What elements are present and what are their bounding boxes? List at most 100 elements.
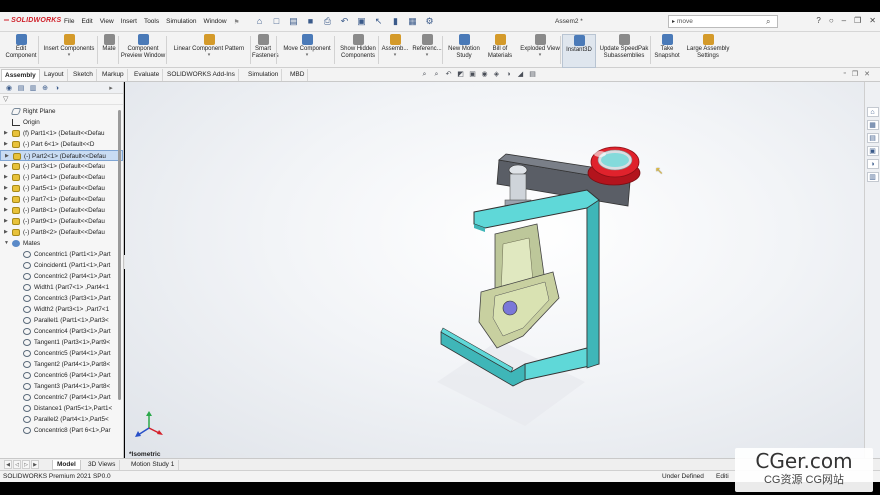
viewport-restore-icon[interactable]: ❐ [852, 70, 858, 78]
tree-item-mate[interactable]: Concentric1 (Part1<1>,Part [0, 249, 123, 260]
tree-item[interactable]: ▶ (-) Part2<1> (Default<<Defau [0, 150, 123, 161]
tree-item[interactable]: ▶ (-) Part7<1> (Default<<Defau [0, 194, 123, 205]
collapse-arrow-icon[interactable]: ▼ [4, 238, 9, 249]
apply-scene-icon[interactable]: ◢ [516, 70, 525, 79]
expand-arrow-icon[interactable]: ▶ [4, 139, 8, 150]
design-library-icon[interactable]: ▦ [866, 120, 879, 130]
ribbon-update-speedpak-subassemblies-button[interactable]: Update SpeedPak Subassemblies [598, 34, 650, 68]
next-tab-icon[interactable]: ▷ [22, 460, 30, 469]
view-orientation-icon[interactable]: ▣ [468, 70, 477, 79]
expand-arrow-icon[interactable]: ▶ [4, 216, 8, 227]
ribbon-edit-component-button[interactable]: Edit Component [2, 34, 40, 68]
tree-item-mate[interactable]: Concentric4 (Part3<1>,Part [0, 326, 123, 337]
prev-tab-icon[interactable]: ◁ [13, 460, 21, 469]
tab-sketch[interactable]: Sketch [70, 69, 97, 81]
file-properties-icon[interactable]: ▦ [406, 15, 419, 28]
open-folder-icon[interactable]: ▤ [287, 15, 300, 28]
bottom-tab-3d-views[interactable]: 3D Views [84, 460, 121, 470]
tab-assembly[interactable]: Assembly [1, 69, 40, 81]
menu-tools[interactable]: Tools [144, 18, 159, 26]
tree-item-mate[interactable]: Parallel2 (Part4<1>,Part5< [0, 414, 123, 425]
tree-item-mate[interactable]: Distance1 (Part5<1>,Part1< [0, 403, 123, 414]
expand-arrow-icon[interactable]: ▶ [4, 205, 8, 216]
save-icon[interactable]: ■ [304, 15, 317, 28]
tree-item-mate[interactable]: Concentric8 (Part 6<1>,Par [0, 425, 123, 436]
edit-appearance-icon[interactable]: ◑ [504, 70, 513, 79]
more-tabs-icon[interactable]: ▸ [106, 84, 116, 93]
bottom-tab-motion-study-1[interactable]: Motion Study 1 [127, 460, 180, 470]
first-tab-icon[interactable]: ◀ [4, 460, 12, 469]
help-icon[interactable]: ? [816, 16, 820, 25]
minimize-icon[interactable]: – [842, 16, 846, 25]
tab-mbd[interactable]: MBD [287, 69, 309, 81]
tree-item[interactable]: ▶ (-) Part8<2> (Default<<Defau [0, 227, 123, 238]
ribbon-instant3d-button[interactable]: Instant3D [562, 34, 596, 68]
view-palette-icon[interactable]: ▣ [866, 146, 879, 156]
tree-item[interactable]: Right Plane [0, 106, 123, 117]
tree-item[interactable]: ▶ (f) Part1<1> (Default<<Defau [0, 128, 123, 139]
ribbon-referenc-button[interactable]: Referenc... ▾ [411, 34, 443, 68]
dimxpert-manager-tab-icon[interactable]: ⊕ [40, 84, 50, 93]
expand-arrow-icon[interactable]: ▶ [4, 183, 8, 194]
tree-item-mate[interactable]: Concentric5 (Part4<1>,Part [0, 348, 123, 359]
appearances-icon[interactable]: ◑ [866, 159, 879, 169]
menu-insert[interactable]: Insert [121, 18, 137, 26]
hide-show-items-icon[interactable]: ◈ [492, 70, 501, 79]
ribbon-new-motion-study-button[interactable]: New Motion Study [444, 34, 484, 68]
graphics-viewport[interactable]: *Isometric ↖ [125, 82, 864, 458]
ribbon-bill-of-materials-button[interactable]: Bill of Materials [485, 34, 515, 68]
last-tab-icon[interactable]: ▶ [31, 460, 39, 469]
dropdown-arrow-icon[interactable]: ▾ [380, 53, 410, 58]
tree-item-mate[interactable]: Coincident1 (Part1<1>,Part [0, 260, 123, 271]
tree-item-mate[interactable]: Concentric3 (Part3<1>,Part [0, 293, 123, 304]
ribbon-move-component-button[interactable]: Move Component ▾ [278, 34, 336, 68]
ribbon-take-snapshot-button[interactable]: Take Snapshot [652, 34, 682, 68]
ribbon-exploded-view-button[interactable]: Exploded View ▾ [517, 34, 563, 68]
expand-arrow-icon[interactable]: ▶ [4, 194, 8, 205]
tree-item[interactable]: ▶ (-) Part4<1> (Default<<Defau [0, 172, 123, 183]
menu-edit[interactable]: Edit [81, 18, 92, 26]
view-settings-icon[interactable]: ▤ [528, 70, 537, 79]
menu-file[interactable]: File [64, 18, 74, 26]
tree-item-mate[interactable]: Tangent1 (Part3<1>,Part9< [0, 337, 123, 348]
tab-evaluate[interactable]: Evaluate [131, 69, 164, 81]
section-view-icon[interactable]: ◩ [456, 70, 465, 79]
tree-item-mate[interactable]: Concentric7 (Part4<1>,Part [0, 392, 123, 403]
tree-item-mate[interactable]: Parallel1 (Part1<1>,Part3< [0, 315, 123, 326]
configuration-manager-tab-icon[interactable]: ▥ [28, 84, 38, 93]
home-icon[interactable]: ⌂ [253, 15, 266, 28]
solidworks-resources-icon[interactable]: ⌂ [866, 107, 879, 117]
print-icon[interactable]: ⎙ [321, 15, 334, 28]
undo-icon[interactable]: ↶ [338, 15, 351, 28]
tree-filter[interactable]: ▽ [0, 94, 123, 105]
expand-arrow-icon[interactable]: ▶ [4, 227, 8, 238]
ribbon-insert-components-button[interactable]: Insert Components ▾ [40, 34, 98, 68]
ribbon-component-preview-window-button[interactable]: Component Preview Window [120, 34, 166, 68]
dropdown-arrow-icon[interactable]: ▾ [411, 53, 443, 58]
tab-markup[interactable]: Markup [99, 69, 128, 81]
assembly-model[interactable] [125, 82, 864, 458]
select-cursor-icon[interactable]: ↖ [372, 15, 385, 28]
close-icon[interactable]: ✕ [869, 16, 876, 25]
new-document-icon[interactable]: □ [270, 15, 283, 28]
tree-item[interactable]: ▶ (-) Part3<1> (Default<<Defau [0, 161, 123, 172]
pin-menu-icon[interactable]: ⚑ [234, 18, 240, 26]
ribbon-show-hidden-components-button[interactable]: Show Hidden Components [336, 34, 380, 68]
tree-item[interactable]: ▶ (-) Part5<1> (Default<<Defau [0, 183, 123, 194]
tree-item-mate[interactable]: Concentric2 (Part4<1>,Part [0, 271, 123, 282]
expand-arrow-icon[interactable]: ▶ [4, 128, 8, 139]
menu-view[interactable]: View [100, 18, 114, 26]
display-manager-tab-icon[interactable]: ◑ [52, 84, 62, 93]
ribbon-assemb-button[interactable]: Assemb... ▾ [380, 34, 410, 68]
tab-solidworks-add-ins[interactable]: SOLIDWORKS Add-Ins [164, 69, 239, 81]
rebuild-icon[interactable]: ▣ [355, 15, 368, 28]
search-icon[interactable]: ⌕ [766, 17, 770, 27]
tree-item[interactable]: Origin [0, 117, 123, 128]
restore-icon[interactable]: ❐ [854, 16, 861, 25]
tab-layout[interactable]: Layout [41, 69, 68, 81]
tree-item-mate[interactable]: Concentric6 (Part4<1>,Part [0, 370, 123, 381]
search-type-icon[interactable]: ▸ [672, 19, 675, 25]
dropdown-arrow-icon[interactable]: ▾ [168, 53, 250, 58]
ribbon-linear-component-pattern-button[interactable]: Linear Component Pattern ▾ [168, 34, 250, 68]
zoom-to-area-icon[interactable]: ⌕ [432, 70, 441, 79]
